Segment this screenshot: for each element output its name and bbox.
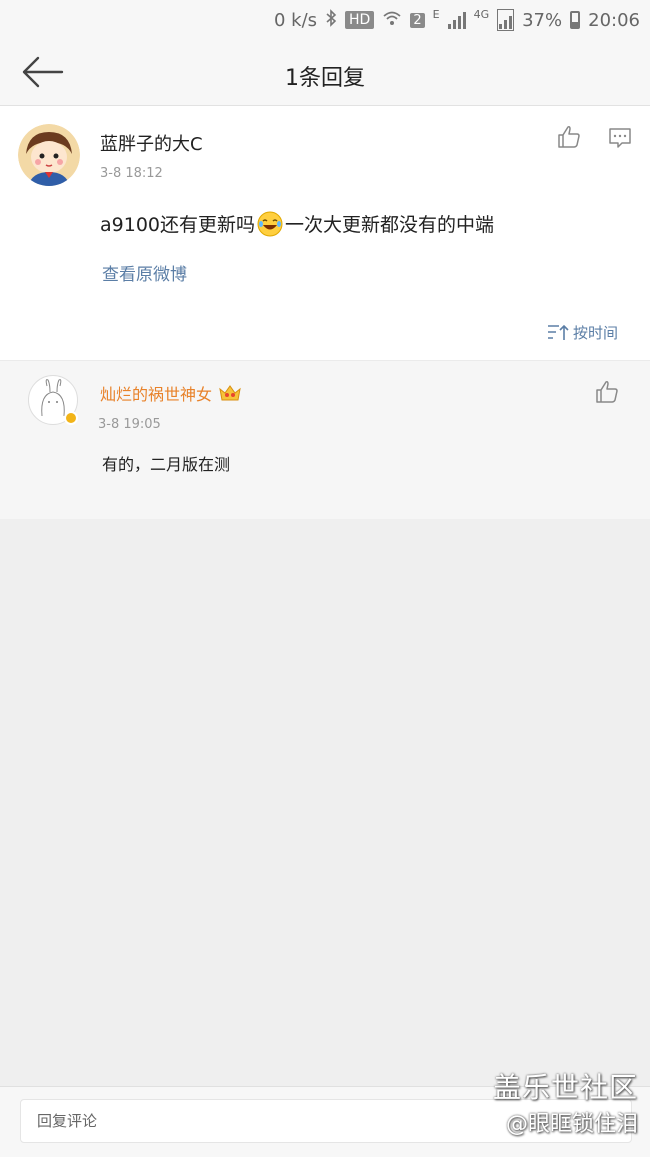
- watermark-title: 盖乐世社区: [492, 1071, 638, 1104]
- main-comment: 蓝胖子的大C 3-8 18:12 a9100还有更新吗 一次大更新都没有的中端 …: [0, 106, 650, 360]
- verified-badge-icon: [64, 411, 78, 425]
- battery-icon: [570, 11, 581, 29]
- comment-icon: [609, 128, 631, 148]
- comment-text-part1: a9100还有更新吗: [100, 214, 255, 236]
- sort-icon: [547, 324, 569, 340]
- nav-bar: 1条回复: [0, 40, 650, 106]
- avatar[interactable]: [18, 124, 80, 186]
- status-bar: 0 k/s HD 2 E 4G 37% 20:06: [0, 0, 650, 40]
- comment-button[interactable]: [608, 126, 632, 150]
- page-title: 1条回复: [285, 66, 365, 91]
- wifi-icon: [382, 9, 402, 32]
- sort-by-time-button[interactable]: 按时间: [547, 322, 618, 343]
- reply-like-button[interactable]: [594, 379, 620, 405]
- reply-author-name: 灿烂的祸世神女: [100, 385, 213, 404]
- reply-timestamp: 3-8 19:05: [98, 417, 161, 432]
- signal-icon: [447, 11, 466, 29]
- sim-slot-badge: 2: [410, 12, 425, 28]
- hd-badge: HD: [345, 11, 375, 29]
- battery-percent: 37%: [522, 9, 563, 31]
- reply-text: 有的，二月版在测: [102, 455, 231, 474]
- timestamp: 3-8 18:12: [100, 166, 163, 181]
- laughing-tears-emoji-icon: [257, 211, 283, 237]
- reply-item: 灿烂的祸世神女 3-8 19:05 有的，二月版在测: [0, 360, 650, 519]
- sort-label: 按时间: [572, 324, 618, 342]
- net-speed: 0 k/s: [273, 9, 318, 31]
- thumbs-up-icon: [596, 381, 618, 403]
- crown-badge-icon: [218, 383, 242, 403]
- bluetooth-icon: [325, 8, 337, 32]
- network-4g-label: 4G: [473, 8, 490, 21]
- comment-text-part2: 一次大更新都没有的中端: [285, 214, 495, 236]
- author-name[interactable]: 蓝胖子的大C: [100, 130, 203, 156]
- view-original-link[interactable]: 查看原微博: [102, 260, 187, 285]
- watermark-user: @眼眶锁住泪: [505, 1112, 638, 1137]
- comment-text: a9100还有更新吗 一次大更新都没有的中端: [100, 210, 494, 237]
- network-e-label: E: [432, 8, 440, 21]
- like-button[interactable]: [556, 124, 582, 150]
- thumbs-up-icon: [558, 126, 580, 148]
- signal-icon: [497, 9, 515, 31]
- reply-author[interactable]: 灿烂的祸世神女: [100, 381, 242, 405]
- clock: 20:06: [588, 9, 640, 31]
